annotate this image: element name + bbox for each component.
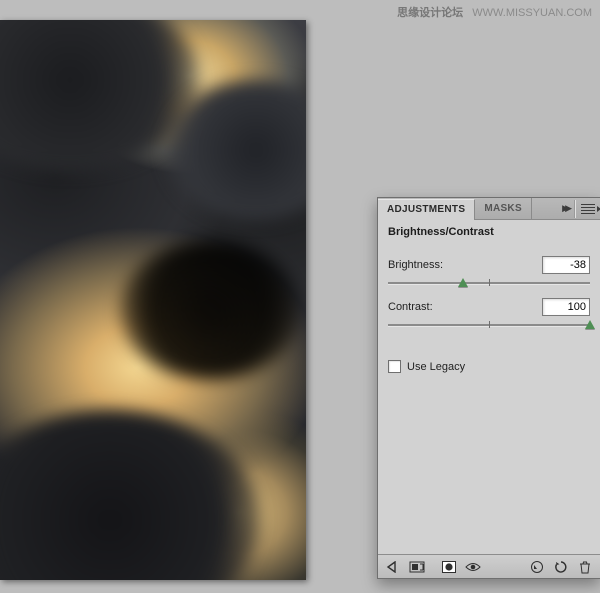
layer-mask-icon[interactable] <box>438 558 460 576</box>
brightness-input[interactable] <box>542 256 590 274</box>
trash-icon[interactable] <box>574 558 596 576</box>
watermark: 思缘设计论坛 WWW.MISSYUAN.COM <box>397 4 592 20</box>
watermark-url: WWW.MISSYUAN.COM <box>472 7 592 19</box>
adjustment-title: Brightness/Contrast <box>378 220 600 246</box>
slider-origin-tick <box>489 321 490 328</box>
document-canvas[interactable] <box>0 20 306 580</box>
contrast-slider-thumb[interactable] <box>585 320 595 329</box>
cloud-shape <box>120 240 300 380</box>
brightness-slider-thumb[interactable] <box>458 278 468 287</box>
contrast-row: Contrast: <box>388 298 590 316</box>
contrast-input[interactable] <box>542 298 590 316</box>
panel-tab-bar: ADJUSTMENTS MASKS ▶▶ <box>378 198 600 220</box>
adjustments-panel: ADJUSTMENTS MASKS ▶▶ Brightness/Contrast… <box>377 197 600 579</box>
contrast-slider[interactable] <box>388 318 590 332</box>
visibility-icon[interactable] <box>462 558 484 576</box>
use-legacy-label: Use Legacy <box>407 361 465 373</box>
contrast-label: Contrast: <box>388 301 433 313</box>
image-content <box>0 20 306 580</box>
tab-spacer <box>532 198 557 219</box>
reset-icon[interactable] <box>550 558 572 576</box>
panel-body: Brightness: Contrast: Use Legacy <box>378 246 600 554</box>
brightness-label: Brightness: <box>388 259 443 271</box>
expand-view-icon[interactable] <box>406 558 428 576</box>
separator <box>574 200 575 218</box>
panel-footer <box>378 554 600 578</box>
cloud-shape <box>0 410 260 580</box>
use-legacy-row: Use Legacy <box>388 360 590 373</box>
watermark-cn: 思缘设计论坛 <box>397 7 463 19</box>
brightness-slider[interactable] <box>388 276 590 290</box>
tab-masks[interactable]: MASKS <box>475 198 532 219</box>
brightness-row: Brightness: <box>388 256 590 274</box>
tab-adjustments[interactable]: ADJUSTMENTS <box>378 199 475 220</box>
panel-header-controls: ▶▶ <box>557 198 600 219</box>
use-legacy-checkbox[interactable] <box>388 360 401 373</box>
clip-to-layer-icon[interactable] <box>526 558 548 576</box>
panel-menu-icon[interactable] <box>581 204 595 214</box>
slider-origin-tick <box>489 279 490 286</box>
back-arrow-icon[interactable] <box>382 558 404 576</box>
collapse-chevrons-icon[interactable]: ▶▶ <box>562 203 568 214</box>
